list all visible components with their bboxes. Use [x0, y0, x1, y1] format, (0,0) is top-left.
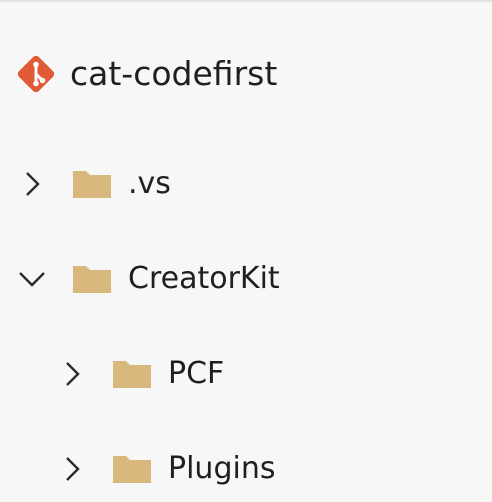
tree-item-label: Plugins [168, 451, 276, 486]
chevron-down-icon[interactable] [18, 265, 46, 293]
tree-item-label: CreatorKit [128, 261, 280, 296]
source-control-explorer-panel: cat-codefirst .vs CreatorKit PCF Plugins [0, 0, 492, 502]
folder-icon [112, 359, 152, 389]
tree-item-plugins[interactable]: Plugins [58, 445, 275, 493]
git-repo-icon [14, 52, 58, 96]
folder-icon [72, 264, 112, 294]
tree-item-label: PCF [168, 356, 225, 391]
tree-item-creatorkit[interactable]: CreatorKit [18, 255, 280, 303]
repository-name: cat-codefirst [70, 54, 278, 93]
folder-icon [72, 169, 112, 199]
tree-item-vs[interactable]: .vs [18, 160, 171, 208]
repository-header[interactable]: cat-codefirst [14, 50, 277, 98]
chevron-right-icon[interactable] [58, 360, 86, 388]
chevron-right-icon[interactable] [18, 170, 46, 198]
chevron-right-icon[interactable] [58, 455, 86, 483]
tree-item-label: .vs [128, 166, 171, 201]
folder-icon [112, 454, 152, 484]
tree-item-pcf[interactable]: PCF [58, 350, 224, 398]
